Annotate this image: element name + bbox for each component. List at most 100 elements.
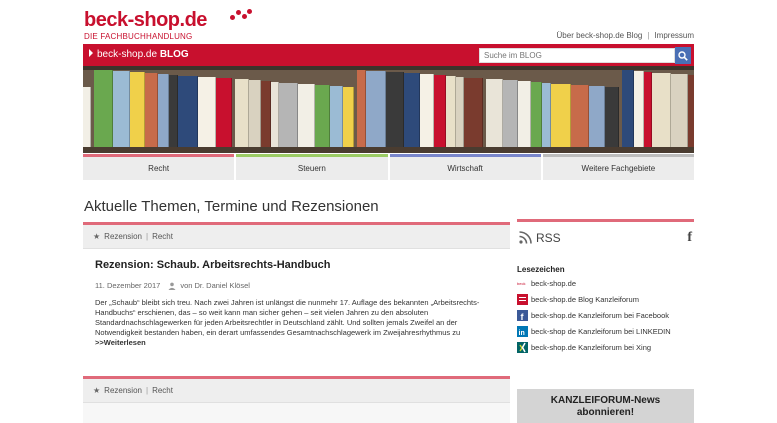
logo-dots-icon — [222, 8, 258, 22]
book-spine — [589, 86, 605, 147]
tab-weitere-fachgebiete[interactable]: Weitere Fachgebiete — [542, 154, 694, 180]
book-spine — [158, 74, 169, 147]
book-spine — [671, 74, 688, 147]
book-spine — [503, 80, 518, 147]
star-icon: ★ — [93, 232, 101, 241]
book-spine — [298, 84, 315, 147]
article-meta: ★ Rezension | Recht — [83, 225, 510, 249]
book-spine — [551, 84, 571, 147]
bookmark-item[interactable]: f beck-shop.de Kanzleiforum bei Facebook — [517, 308, 694, 322]
book-spine — [271, 82, 279, 147]
tab-label: Wirtschaft — [447, 164, 483, 173]
user-icon — [168, 282, 176, 290]
bookmark-label: beck-shop.de Kanzleiforum bei Facebook — [531, 310, 669, 320]
article-category-link[interactable]: Rezension — [104, 386, 142, 395]
book-spine — [464, 78, 483, 147]
rss-icon[interactable] — [519, 231, 532, 244]
beck-logo-icon: beck — [517, 281, 525, 286]
arrow-right-icon — [89, 49, 93, 57]
book-spine — [343, 87, 354, 147]
book-spine — [652, 73, 671, 147]
book-spine — [446, 76, 456, 147]
article-card: ★ Rezension | Recht Rezension: Schaub. Arbe… — [83, 222, 510, 357]
article-body: Rezension: Schaub. Arbeitsrechts-Handbuc… — [83, 249, 510, 357]
book-spine — [456, 77, 464, 147]
tab-label: Weitere Fachgebiete — [581, 164, 656, 173]
read-more-link[interactable]: >>Weiterlesen — [95, 338, 498, 347]
meta-separator: | — [145, 386, 149, 395]
article-area-link[interactable]: Recht — [152, 386, 173, 395]
tab-label: Recht — [148, 164, 170, 173]
article-title[interactable]: Rezension: Schaub. Arbeitsrechts-Handbuc… — [95, 259, 498, 271]
logo-wordmark: beck-shop.de — [84, 9, 207, 31]
book-spine — [542, 83, 551, 147]
beck-blog-icon — [517, 293, 528, 305]
logo-tagline: DIE FACHBUCHHANDLUNG — [84, 32, 193, 41]
rss-box: RSS f — [517, 219, 694, 253]
article-card: ★ Rezension | Recht — [83, 376, 510, 423]
book-spine — [169, 75, 178, 147]
search-button[interactable] — [675, 47, 691, 64]
tab-wirtschaft[interactable]: Wirtschaft — [389, 154, 541, 180]
rss-link[interactable]: RSS — [536, 231, 561, 245]
article-excerpt: Der „Schaub“ bleibt sich treu. Nach zwei… — [95, 298, 480, 337]
book-spine — [486, 79, 503, 147]
book-spine — [571, 85, 589, 147]
bookmark-item[interactable]: beck-shop.de Kanzleiforum bei Xing — [517, 340, 694, 354]
book-spine — [145, 73, 158, 147]
article-category-link[interactable]: Rezension — [104, 232, 142, 241]
book-spine — [198, 77, 216, 147]
search-input[interactable] — [479, 48, 675, 63]
facebook-icon[interactable]: f — [687, 230, 692, 246]
bookmarks-title: Lesezeichen — [517, 265, 565, 274]
book-spine — [634, 71, 644, 147]
book-spine — [83, 87, 91, 147]
book-spine — [688, 75, 694, 147]
book-spine — [315, 85, 330, 147]
book-spine — [235, 79, 249, 147]
bookmark-label: beck-shop.de Blog Kanzleiforum — [531, 294, 639, 304]
newsletter-signup-button[interactable]: KANZLEIFORUM-News abonnieren! — [517, 389, 694, 423]
link-separator: | — [647, 31, 650, 40]
book-spine — [113, 71, 130, 147]
newsletter-line2: abonnieren! — [576, 407, 635, 418]
bookmark-label: beck-shop.de Kanzleiforum bei Xing — [531, 342, 652, 352]
article-meta: ★ Rezension | Recht — [83, 379, 510, 403]
book-spine — [216, 78, 232, 147]
tab-label: Steuern — [297, 164, 326, 173]
tab-recht[interactable]: Recht — [83, 154, 235, 180]
book-spine — [366, 71, 386, 147]
book-spine — [330, 86, 343, 147]
book-spine — [420, 74, 434, 147]
page-title: Aktuelle Themen, Termine und Rezensionen — [84, 198, 379, 215]
bookmark-item[interactable]: beck-shop.de Blog Kanzleiforum — [517, 292, 694, 306]
article-author: von Dr. Daniel Klösel — [180, 281, 250, 290]
site-logo[interactable]: beck-shop.de DIE FACHBUCHHANDLUNG — [84, 9, 252, 41]
linkedin-icon: in — [517, 325, 528, 337]
book-spine — [386, 72, 404, 147]
blog-title[interactable]: beck-shop.de BLOG — [89, 49, 189, 60]
book-spine — [622, 70, 634, 147]
bookmark-label: beck-shop de Kanzleiforum bei LINKEDIN — [531, 326, 671, 336]
xing-icon — [517, 341, 528, 353]
bookmark-item[interactable]: in beck-shop de Kanzleiforum bei LINKEDI… — [517, 324, 694, 338]
bookmark-item[interactable]: beck beck-shop.de — [517, 276, 694, 290]
impressum-link[interactable]: Impressum — [654, 31, 694, 40]
book-spine — [261, 81, 271, 147]
search-icon — [678, 50, 688, 61]
book-spine — [178, 76, 198, 147]
meta-separator: | — [145, 232, 149, 241]
about-blog-link[interactable]: Über beck-shop.de Blog — [557, 31, 643, 40]
book-spine — [644, 72, 652, 147]
blog-header-bar: beck-shop.de BLOG — [83, 44, 694, 66]
svg-text:in: in — [519, 330, 525, 337]
blog-title-bold: BLOG — [159, 49, 189, 60]
article-byline: 11. Dezember 2017 von Dr. Daniel Klösel — [95, 281, 498, 290]
tab-steuern[interactable]: Steuern — [236, 154, 388, 180]
newsletter-line1: KANZLEIFORUM-News — [550, 395, 661, 406]
book-spine — [518, 81, 531, 147]
book-spine — [404, 73, 420, 147]
facebook-icon: f — [517, 309, 528, 321]
article-area-link[interactable]: Recht — [152, 232, 173, 241]
book-spine — [130, 72, 145, 147]
